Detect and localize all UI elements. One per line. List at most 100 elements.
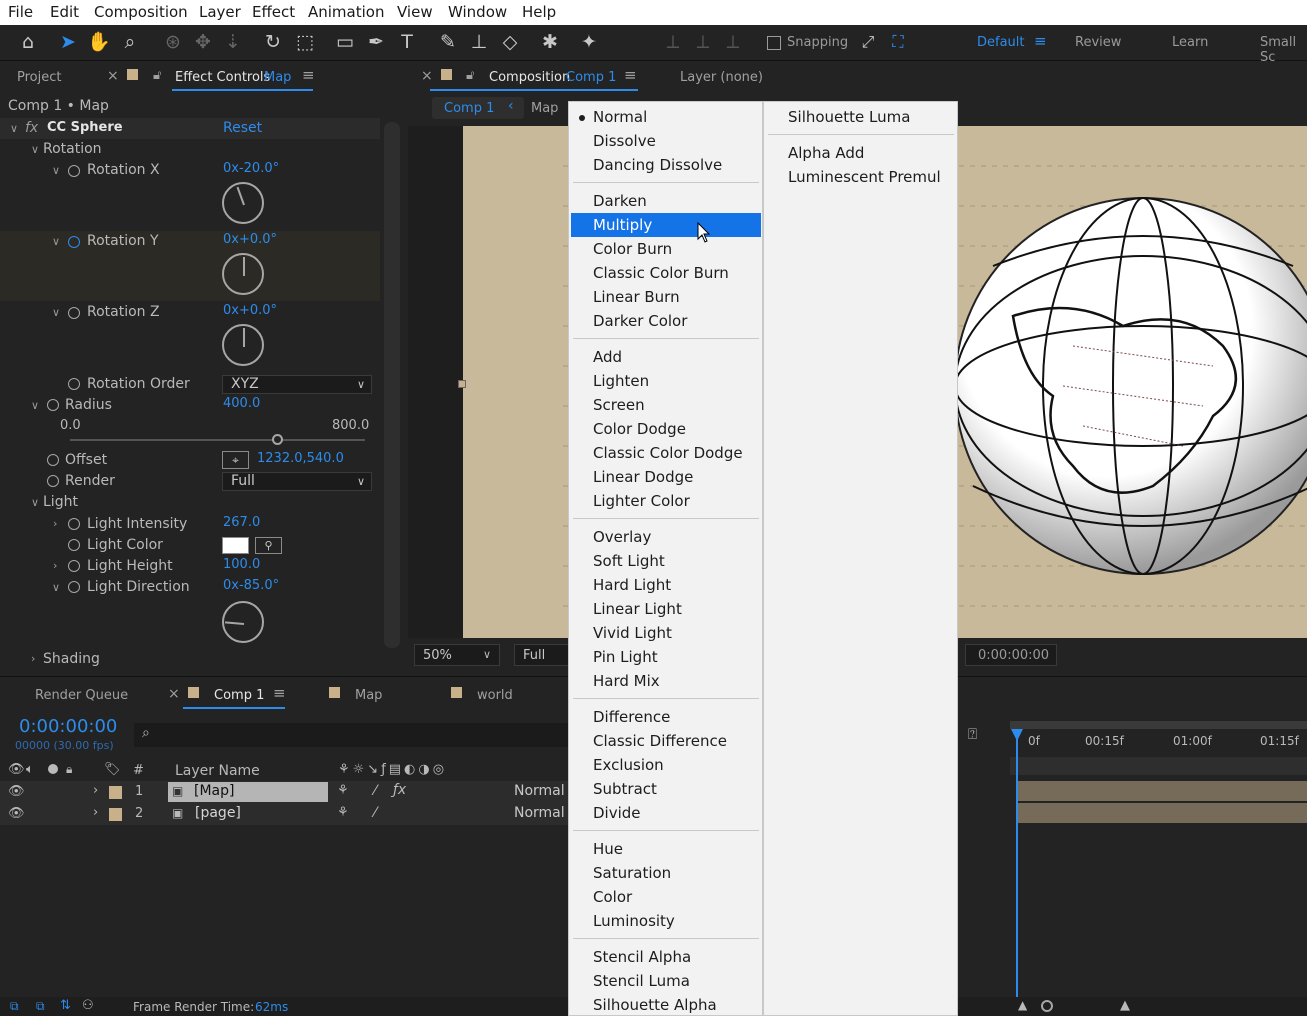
blend-mode-luminosity[interactable]: Luminosity bbox=[571, 909, 761, 933]
blend-mode-screen[interactable]: Screen bbox=[571, 393, 761, 417]
blend-mode-difference[interactable]: Difference bbox=[571, 705, 761, 729]
axis-world-icon[interactable]: ⟂ bbox=[690, 29, 716, 55]
light-direction-value[interactable]: 0x-85.0° bbox=[223, 578, 279, 593]
effect-controls-scrollbar[interactable] bbox=[384, 122, 400, 648]
snap-features-icon[interactable]: ⛶ bbox=[885, 29, 911, 55]
resolution-dropdown[interactable]: Full bbox=[514, 644, 570, 666]
chevron-down-icon[interactable]: ∨ bbox=[31, 143, 39, 156]
layer-mode[interactable]: Normal bbox=[514, 783, 565, 799]
tab-composition[interactable]: Composition bbox=[489, 70, 570, 85]
blend-mode-color-dodge[interactable]: Color Dodge bbox=[571, 417, 761, 441]
light-height-value[interactable]: 100.0 bbox=[223, 557, 260, 572]
chevron-right-icon[interactable]: › bbox=[93, 805, 98, 820]
stopwatch-icon[interactable] bbox=[68, 560, 80, 572]
blend-mode-normal[interactable]: Normal bbox=[571, 105, 761, 129]
selection-tool-icon[interactable]: ➤ bbox=[55, 29, 81, 55]
brush-tool-icon[interactable]: ✎ bbox=[435, 29, 461, 55]
render-dropdown[interactable]: Full ∨ bbox=[222, 472, 372, 491]
chevron-right-icon[interactable]: › bbox=[31, 652, 35, 665]
blend-mode-color-burn[interactable]: Color Burn bbox=[571, 237, 761, 261]
shy-switch-icon[interactable]: ⚘ bbox=[337, 805, 349, 820]
type-tool-icon[interactable]: T bbox=[394, 29, 420, 55]
render-time-icon[interactable]: ⚇ bbox=[82, 998, 94, 1013]
rotation-x-dial[interactable] bbox=[222, 182, 264, 224]
stopwatch-icon[interactable] bbox=[68, 518, 80, 530]
playhead-line[interactable] bbox=[1016, 729, 1018, 999]
stopwatch-icon[interactable] bbox=[68, 307, 80, 319]
light-color-swatch[interactable] bbox=[222, 537, 249, 554]
tab-effect-controls-target[interactable]: Map bbox=[264, 70, 291, 85]
menu-view[interactable]: View bbox=[397, 3, 433, 21]
shading-group-row[interactable]: › Shading bbox=[0, 649, 380, 670]
rectangle-tool-icon[interactable]: ▭ bbox=[332, 29, 358, 55]
tab-layer[interactable]: Layer (none) bbox=[680, 70, 763, 85]
tab-map[interactable]: Map bbox=[355, 688, 382, 703]
rotate-tool-icon[interactable]: ↻ bbox=[260, 29, 286, 55]
blend-mode-lighter-color[interactable]: Lighter Color bbox=[571, 489, 761, 513]
viewer-timecode[interactable]: 0:00:00:00 bbox=[965, 644, 1057, 666]
tab-effect-controls[interactable]: Effect Controls bbox=[175, 70, 270, 85]
menu-help[interactable]: Help bbox=[522, 3, 556, 21]
lock-icon[interactable]: 🔒︎ bbox=[66, 762, 72, 777]
layer-row[interactable]: 👁︎ › 1 ▣ [Map] ⚘ ⁄ ƒx Normal bbox=[0, 781, 568, 803]
stopwatch-icon[interactable] bbox=[68, 236, 80, 248]
menu-edit[interactable]: Edit bbox=[50, 3, 79, 21]
layer-mode[interactable]: Normal bbox=[514, 805, 565, 821]
light-group-row[interactable]: ∨ Light bbox=[0, 492, 380, 513]
panel-menu-icon[interactable]: ≡ bbox=[273, 684, 286, 702]
chevron-down-icon[interactable]: ∨ bbox=[52, 581, 60, 594]
panel-menu-icon[interactable]: ≡ bbox=[302, 66, 315, 84]
stopwatch-icon[interactable] bbox=[47, 454, 59, 466]
home-icon[interactable]: ⌂ bbox=[15, 29, 41, 55]
menu-layer[interactable]: Layer bbox=[199, 3, 241, 21]
blend-mode-overlay[interactable]: Overlay bbox=[571, 525, 761, 549]
stopwatch-icon[interactable] bbox=[68, 378, 80, 390]
axis-view-icon[interactable]: ⟂ bbox=[720, 29, 746, 55]
tab-project[interactable]: Project bbox=[17, 70, 61, 85]
blend-mode-classic-difference[interactable]: Classic Difference bbox=[571, 729, 761, 753]
tab-comp1[interactable]: Comp 1 bbox=[214, 688, 264, 703]
current-time-display[interactable]: 0:00:00:00 bbox=[19, 716, 117, 737]
reset-button[interactable]: Reset bbox=[223, 120, 262, 136]
offset-value[interactable]: 1232.0,540.0 bbox=[257, 451, 344, 466]
workspace-small-screen[interactable]: Small Sc bbox=[1260, 35, 1307, 65]
playhead-marker[interactable] bbox=[1011, 729, 1023, 741]
quality-switch-icon[interactable]: ⁄ bbox=[374, 783, 376, 799]
layer-icon[interactable]: ⧉ bbox=[36, 999, 45, 1014]
zoom-slider-knob[interactable] bbox=[1041, 1000, 1053, 1012]
blend-mode-soft-light[interactable]: Soft Light bbox=[571, 549, 761, 573]
chevron-down-icon[interactable]: ∨ bbox=[52, 306, 60, 319]
pan-camera-icon[interactable]: ✥ bbox=[190, 29, 216, 55]
menu-composition[interactable]: Composition bbox=[94, 3, 188, 21]
eye-icon[interactable]: 👁︎ bbox=[8, 762, 25, 777]
panel-menu-icon[interactable]: ≡ bbox=[624, 66, 637, 84]
chevron-right-icon[interactable]: › bbox=[53, 559, 57, 572]
blend-mode-exclusion[interactable]: Exclusion bbox=[571, 753, 761, 777]
chevron-down-icon[interactable]: ∨ bbox=[31, 399, 39, 412]
transfer-controls-icon[interactable]: ⇅ bbox=[60, 998, 71, 1013]
tab-composition-target[interactable]: Comp 1 bbox=[566, 70, 616, 85]
comp-marker-icon[interactable]: ⍰ bbox=[968, 725, 977, 743]
tab-world[interactable]: world bbox=[477, 688, 513, 703]
blend-mode-linear-light[interactable]: Linear Light bbox=[571, 597, 761, 621]
crosshair-icon[interactable]: ⌖ bbox=[222, 451, 249, 469]
label-color-swatch[interactable] bbox=[109, 808, 122, 821]
blend-mode-color[interactable]: Color bbox=[571, 885, 761, 909]
effect-switch-icon[interactable]: ƒx bbox=[393, 782, 406, 798]
blend-mode-luminescent-premul[interactable]: Luminescent Premul bbox=[766, 165, 956, 189]
layer-bar-map[interactable] bbox=[1016, 781, 1307, 801]
blend-mode-pin-light[interactable]: Pin Light bbox=[571, 645, 761, 669]
chevron-down-icon[interactable]: ∨ bbox=[10, 122, 18, 135]
blend-mode-silhouette-luma[interactable]: Silhouette Luma bbox=[766, 105, 956, 129]
radius-value[interactable]: 400.0 bbox=[223, 396, 260, 411]
chevron-right-icon[interactable]: › bbox=[53, 517, 57, 530]
blend-mode-darken[interactable]: Darken bbox=[571, 189, 761, 213]
solo-icon[interactable] bbox=[48, 764, 58, 774]
work-area-bar[interactable] bbox=[1010, 721, 1307, 729]
blend-mode-dancing-dissolve[interactable]: Dancing Dissolve bbox=[571, 153, 761, 177]
rotation-group-row[interactable]: ∨ Rotation bbox=[0, 139, 380, 160]
effect-header-row[interactable]: ∨ fx CC Sphere Reset bbox=[0, 118, 380, 139]
dolly-camera-icon[interactable]: ⇣ bbox=[220, 29, 246, 55]
blend-mode-stencil-alpha[interactable]: Stencil Alpha bbox=[571, 945, 761, 969]
blend-mode-hard-mix[interactable]: Hard Mix bbox=[571, 669, 761, 693]
